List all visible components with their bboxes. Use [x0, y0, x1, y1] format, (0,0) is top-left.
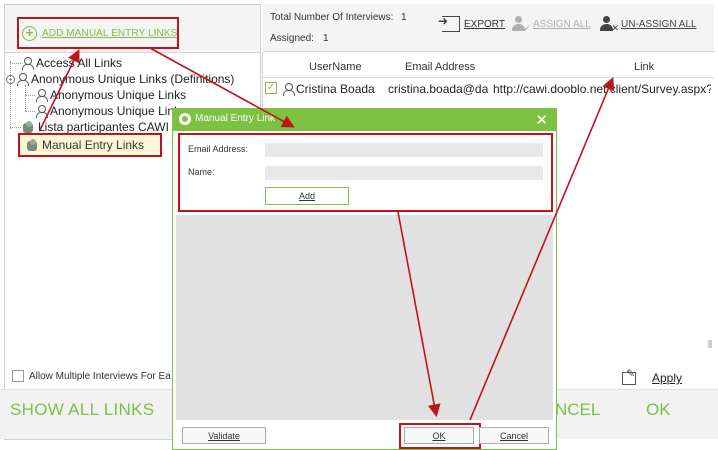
export-label: EXPORT: [464, 18, 505, 30]
manual-entry-link-dialog: Manual Entry Link ✕ Email Address: Name:…: [172, 108, 557, 450]
tree-connector: [25, 95, 35, 96]
interviews-grid-header: UserName Email Address Link: [263, 58, 714, 78]
user-remove-icon: ✕: [599, 16, 619, 33]
tree-connector: [10, 63, 21, 64]
apply-label: Apply: [652, 371, 683, 385]
cancel-button[interactable]: NCEL: [555, 400, 600, 420]
cell-email: cristina.boada@dat: [388, 82, 488, 96]
column-header-email[interactable]: Email Address: [405, 61, 475, 73]
export-icon: [438, 14, 460, 32]
edit-icon: [622, 367, 636, 385]
total-interviews-label: Total Number Of Interviews:: [270, 12, 394, 23]
tree-item-label: Access All Links: [36, 56, 123, 70]
tree-connector: [25, 111, 35, 112]
name-label: Name:: [188, 167, 215, 177]
tree-connector: [10, 127, 21, 128]
total-interviews-value: 1: [401, 12, 407, 23]
tree-item-manual-entry-links[interactable]: Manual Entry Links: [18, 133, 162, 157]
assign-all-button[interactable]: ✓ ASSIGN ALL: [511, 16, 591, 33]
person-icon: [35, 104, 48, 118]
add-manual-entry-links-label: ADD MANUAL ENTRY LINKS: [42, 27, 178, 39]
export-button[interactable]: EXPORT: [438, 14, 505, 32]
scrollbar-thumb[interactable]: [708, 340, 712, 348]
dialog-ok-button[interactable]: OK: [404, 427, 474, 444]
unassign-all-button[interactable]: ✕ UN-ASSIGN ALL: [599, 16, 697, 33]
person-icon: [35, 88, 48, 102]
tree-item-label: Manual Entry Links: [42, 138, 145, 152]
add-links-bar: + ADD MANUAL ENTRY LINKS: [5, 5, 260, 53]
entries-list-area: [176, 215, 553, 420]
tree-item-label: Anonymous Unique Links (Definitions): [31, 72, 235, 86]
tree-item-label: Anonymous Unique Links: [50, 88, 187, 102]
dialog-title: Manual Entry Link: [195, 113, 276, 124]
allow-multiple-interviews-option[interactable]: Allow Multiple Interviews For Ea: [12, 370, 171, 382]
cell-username: Cristina Boada: [296, 82, 375, 96]
table-row[interactable]: ✓ Cristina Boada cristina.boada@dat http…: [263, 79, 714, 99]
assigned-label: Assigned:: [270, 33, 314, 44]
apply-button[interactable]: Apply: [622, 367, 683, 385]
person-icon: [282, 83, 295, 96]
tree-item-access-all-links[interactable]: Access All Links: [21, 55, 122, 71]
dialog-titlebar: Manual Entry Link ✕: [173, 109, 556, 131]
tree-item-anonymous-unique-links[interactable]: Anonymous Unique Links: [35, 87, 186, 103]
email-label: Email Address:: [188, 144, 249, 154]
group-icon: [25, 138, 39, 152]
allow-multiple-label: Allow Multiple Interviews For Ea: [29, 370, 171, 382]
collapse-toggle-icon[interactable]: -: [6, 74, 15, 84]
user-check-icon: ✓: [511, 16, 531, 33]
app-logo-icon: [179, 113, 191, 125]
tree-item-anonymous-unique-links[interactable]: Anonymous Unique Links: [35, 103, 186, 119]
dialog-footer: Validate OK Cancel: [173, 420, 556, 449]
assigned-value: 1: [323, 33, 329, 44]
group-icon: [21, 120, 35, 134]
plus-circle-icon: +: [22, 25, 37, 41]
name-field[interactable]: [265, 166, 543, 180]
dialog-cancel-button[interactable]: Cancel: [479, 427, 549, 444]
tree-connector: [25, 85, 26, 111]
tree-item-label: Anonymous Unique Links: [50, 104, 187, 118]
allow-multiple-checkbox[interactable]: [12, 370, 24, 382]
cell-link[interactable]: http://cawi.dooblo.net/client/Survey.asp…: [493, 82, 711, 96]
add-button[interactable]: Add: [265, 187, 349, 205]
row-checkbox[interactable]: ✓: [265, 82, 277, 94]
person-icon: [21, 56, 34, 70]
tree-item-anonymous-unique-links-definitions[interactable]: - Anonymous Unique Links (Definitions): [6, 71, 234, 87]
interviews-header: Total Number Of Interviews: 1 Assigned: …: [263, 4, 714, 52]
validate-button[interactable]: Validate: [182, 427, 266, 444]
ok-button[interactable]: OK: [646, 400, 671, 420]
email-field[interactable]: [265, 143, 543, 157]
column-header-username[interactable]: UserName: [309, 61, 362, 73]
unassign-all-label: UN-ASSIGN ALL: [621, 18, 697, 30]
add-manual-entry-links-button[interactable]: + ADD MANUAL ENTRY LINKS: [17, 17, 179, 49]
manual-entry-form: Email Address: Name: Add: [178, 133, 553, 212]
show-all-links-button[interactable]: SHOW ALL LINKS: [10, 400, 154, 420]
close-icon[interactable]: ✕: [535, 111, 548, 129]
person-icon: [16, 72, 29, 86]
tree-item-label: Lista participantes CAWI R: [38, 120, 181, 134]
column-header-link[interactable]: Link: [634, 61, 654, 73]
assign-all-label: ASSIGN ALL: [533, 18, 591, 30]
